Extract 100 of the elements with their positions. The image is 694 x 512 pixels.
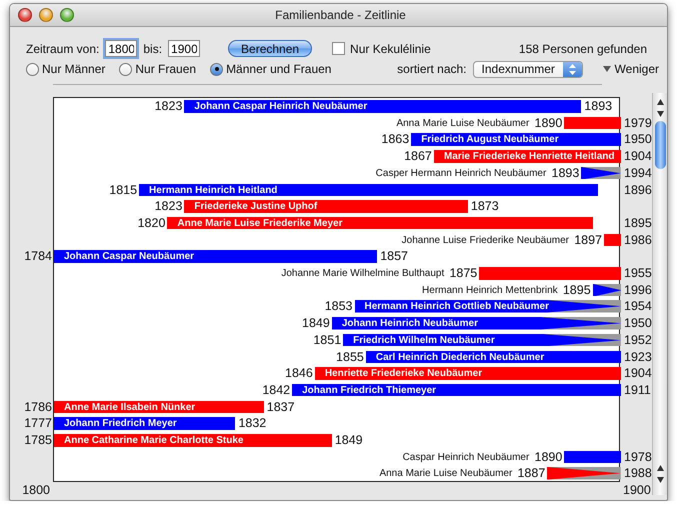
birth-year: 1777: [24, 416, 52, 432]
radio-label: Nur Männer: [42, 62, 106, 76]
person-name: Hermann Heinrich Mettenbrink: [422, 284, 558, 296]
person-name: Anna Marie Luise Neubäumer: [396, 118, 530, 129]
window-title: Familienbande - Zeitlinie: [275, 8, 407, 22]
person-name: Johann Caspar Neubäumer: [64, 251, 194, 262]
birth-year: 1890: [534, 450, 562, 465]
birth-year: 1849: [302, 316, 330, 332]
death-year: 1950: [624, 132, 652, 148]
person-name: Johanne Marie Wilhelmine Bulthaupt: [281, 268, 444, 279]
death-year: 1911: [624, 382, 651, 398]
death-year: 1904: [624, 366, 652, 382]
checkbox-label: Nur Kekulélinie: [350, 42, 431, 56]
person-name: Johann Friedrich Meyer: [64, 418, 177, 430]
death-year: 1896: [624, 182, 652, 198]
birth-year: 1784: [24, 249, 52, 264]
sort-label: sortiert nach:: [397, 62, 467, 76]
death-year: 1923: [624, 350, 652, 364]
death-year: 1832: [238, 416, 266, 432]
radio-option[interactable]: Nur Männer: [26, 62, 106, 76]
radio-option[interactable]: Nur Frauen: [119, 62, 196, 76]
updown-icon: [562, 62, 582, 76]
person-name: Anne Marie Ilsabein Nünker: [64, 402, 196, 413]
death-year: 1996: [624, 282, 652, 298]
close-button[interactable]: [18, 8, 32, 22]
zoom-button[interactable]: [60, 8, 74, 22]
scroll-down-icon[interactable]: [656, 111, 664, 117]
to-label: bis:: [143, 42, 162, 56]
birth-year: 1855: [336, 350, 364, 364]
radio-label: Nur Frauen: [135, 62, 196, 76]
death-year: 1979: [624, 116, 652, 131]
scroll-down-icon[interactable]: [656, 477, 664, 483]
birth-year: 1823: [154, 99, 182, 114]
death-year: 1955: [624, 266, 652, 281]
calculate-button[interactable]: Berechnen: [228, 40, 312, 57]
scroll-up-icon[interactable]: [656, 465, 664, 471]
birth-year: 1785: [24, 433, 52, 448]
person-name: Friedrich Wilhelm Neubäumer: [353, 334, 495, 346]
person-name: Marie Friederieke Henriette Heitland: [444, 151, 614, 162]
birth-year: 1786: [24, 400, 52, 415]
death-year: 1950: [624, 316, 652, 332]
person-name: Johann Heinrich Neubäumer: [342, 318, 478, 330]
birth-year: 1875: [449, 266, 478, 281]
person-name: Carl Heinrich Diederich Neubäumer: [376, 352, 544, 362]
axis-start-label: 1800: [22, 483, 50, 498]
person-name: Hermann Heinrich Heitland: [149, 184, 278, 196]
radio-icon[interactable]: [119, 62, 132, 76]
person-name: Henriette Friederieke Neubäumer: [324, 368, 482, 380]
axis-end-label: 1900: [623, 483, 651, 498]
death-year: 1904: [624, 149, 652, 164]
death-year: 1954: [624, 299, 652, 314]
person-name: Hermann Heinrich Gottlieb Neubäumer: [364, 301, 549, 312]
death-year: 1837: [266, 400, 295, 415]
scrollbar[interactable]: [652, 93, 667, 495]
disclosure-toggle[interactable]: Weniger: [602, 62, 659, 76]
death-year: 1895: [624, 216, 652, 231]
checkbox[interactable]: [332, 42, 346, 55]
birth-year: 1820: [138, 216, 166, 231]
person-name: Friedrich August Neubäumer: [421, 134, 559, 146]
birth-year: 1846: [285, 366, 313, 382]
from-label: Zeitraum von:: [26, 42, 100, 56]
result-count: 158 Personen gefunden: [518, 42, 647, 56]
birth-year: 1897: [574, 232, 602, 248]
death-year: 1873: [470, 199, 499, 214]
birth-year: 1887: [517, 466, 546, 482]
scroll-thumb[interactable]: [654, 121, 666, 169]
radio-icon[interactable]: [210, 62, 224, 76]
birth-year: 1890: [534, 116, 562, 131]
death-year: 1978: [624, 450, 652, 465]
birth-year: 1853: [324, 299, 353, 314]
person-name: Casper Hermann Heinrich Neubäumer: [376, 168, 546, 179]
death-year: 1893: [584, 99, 612, 114]
death-year: 1986: [624, 232, 652, 248]
birth-year: 1867: [404, 149, 432, 164]
birth-year: 1851: [313, 332, 342, 348]
person-name: Johanne Luise Friederike Neubäumer: [402, 234, 569, 246]
birth-year: 1842: [262, 382, 290, 398]
person-name: Anne Catharine Marie Charlotte Stuke: [64, 435, 244, 446]
minimize-button[interactable]: [39, 8, 53, 22]
death-year: 1857: [380, 249, 408, 264]
person-name: Johann Friedrich Thiemeyer: [302, 384, 436, 396]
from-year-field[interactable]: 1800: [105, 40, 138, 57]
death-year: 1988: [624, 466, 652, 482]
birth-year: 1895: [562, 282, 591, 298]
person-name: Anna Marie Luise Neubäumer: [379, 468, 512, 480]
radio-icon[interactable]: [26, 62, 39, 76]
person-name: Johann Caspar Heinrich Neubäumer: [194, 101, 368, 112]
person-name: Friederieke Justine Uphof: [194, 201, 318, 212]
sort-dropdown[interactable]: Indexnummer: [472, 60, 583, 78]
to-year-field[interactable]: 1900: [168, 40, 200, 57]
death-year: 1849: [334, 433, 363, 448]
person-name: Anne Marie Luise Friederike Meyer: [177, 218, 342, 229]
birth-year: 1823: [154, 199, 182, 214]
scroll-up-icon[interactable]: [656, 99, 664, 105]
birth-year: 1815: [109, 182, 138, 198]
birth-year: 1863: [381, 132, 410, 148]
person-name: Caspar Heinrich Neubäumer: [402, 452, 530, 463]
death-year: 1994: [624, 166, 652, 181]
birth-year: 1893: [552, 166, 580, 181]
death-year: 1952: [624, 332, 652, 348]
